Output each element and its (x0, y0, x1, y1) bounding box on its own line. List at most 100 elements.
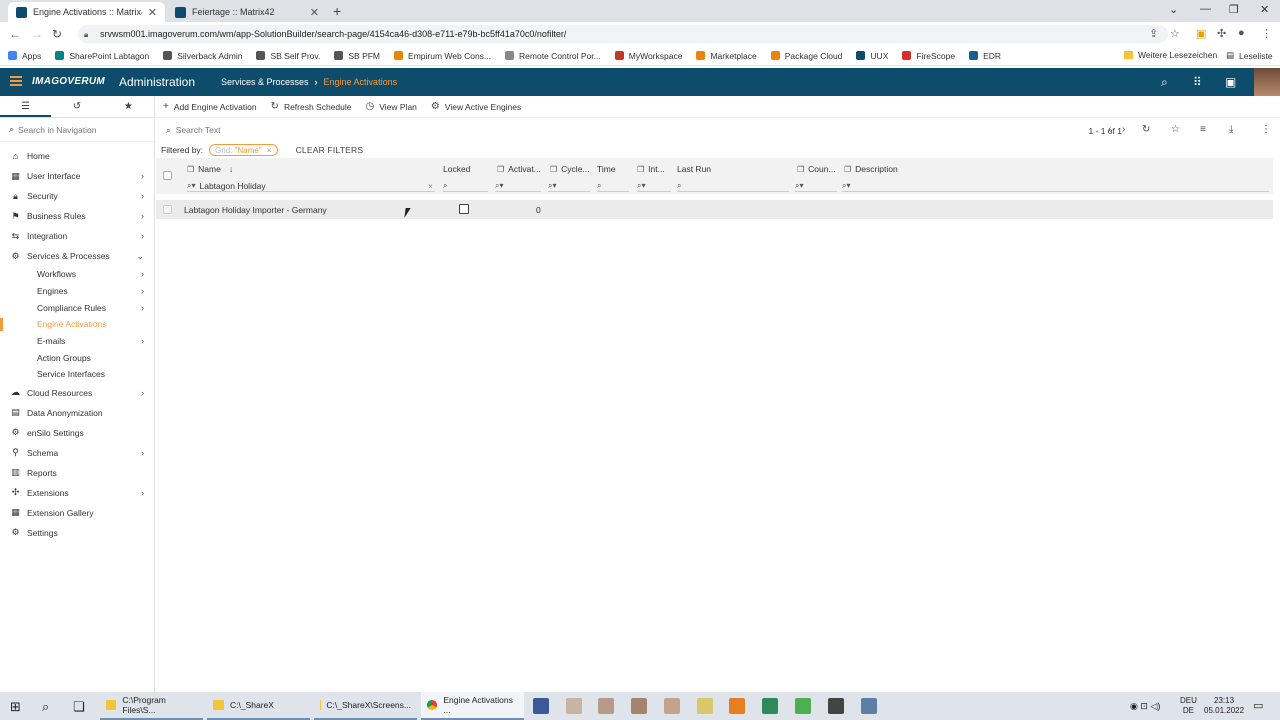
column-menu-icon[interactable]: ❐ (497, 165, 504, 174)
sidebar-item[interactable]: ⚙ Settings (0, 523, 154, 543)
sort-descending-icon[interactable]: ↓ (229, 164, 233, 174)
menu-icon[interactable]: ⋮ (1261, 27, 1272, 40)
column-header-interval[interactable]: ❐ Int... (637, 164, 665, 174)
clock[interactable]: 23:13 05.01.2022 (1204, 696, 1244, 716)
chevron-right-icon[interactable]: › (141, 171, 144, 181)
windows-start-icon[interactable]: ⊞ (10, 699, 21, 715)
column-menu-icon[interactable]: ❐ (797, 165, 804, 174)
hamburger-menu-icon[interactable] (10, 76, 22, 86)
favorite-star-icon[interactable]: ☆ (1171, 124, 1180, 135)
sidebar-item[interactable]: ⌂ Home (0, 146, 154, 166)
chevron-right-icon[interactable]: › (141, 231, 144, 241)
sidebar-item[interactable]: ⚑ Business Rules › (0, 206, 154, 226)
new-tab-button[interactable]: + (333, 3, 341, 19)
close-icon[interactable]: ✕ (148, 6, 157, 19)
sidebar-item[interactable]: ☁ Cloud Resources › (0, 383, 154, 403)
column-header-locked[interactable]: Locked (443, 164, 470, 174)
chevron-right-icon[interactable]: › (141, 303, 144, 313)
tab-navigation-list-icon[interactable]: ☰ (0, 96, 52, 117)
download-icon[interactable]: ⤓ (1229, 124, 1233, 135)
column-menu-icon[interactable]: ❐ (637, 165, 644, 174)
column-header-time[interactable]: Time (597, 164, 616, 174)
bookmark-item[interactable]: MyWorkspace (614, 51, 682, 61)
browser-tab-active[interactable]: Engine Activations :: Matrix42 ✕ (8, 2, 165, 22)
chevron-right-icon[interactable]: › (141, 448, 144, 458)
pinned-contact-icon[interactable] (566, 698, 582, 714)
bookmark-item[interactable]: Empirum Web Cons... (394, 51, 491, 61)
taskbar-app-chrome[interactable]: Engine Activations ... (421, 692, 524, 720)
description-filter-input[interactable]: ⌕▾ (842, 180, 1269, 192)
back-icon[interactable]: ← (9, 27, 21, 41)
column-header-description[interactable]: ❐ Description (844, 164, 898, 174)
clear-filters-button[interactable]: CLEAR FILTERS (296, 145, 364, 155)
breadcrumb-parent[interactable]: Services & Processes (221, 77, 309, 87)
notification-icon[interactable]: ▭ (1253, 699, 1263, 712)
extension-icon[interactable]: ▣ (1196, 27, 1206, 40)
tab-history-icon[interactable]: ↺ (51, 96, 102, 117)
sidebar-item[interactable]: ⚲ Schema › (0, 443, 154, 463)
column-header-last-run[interactable]: Last Run (677, 164, 711, 174)
sidebar-item[interactable]: ✣ Extensions › (0, 483, 154, 503)
taskbar-app-sharex-screens[interactable]: C:\_ShareX\Screens... (314, 692, 417, 720)
taskbar-app-program-files[interactable]: C:\Program Files\S... (100, 692, 203, 720)
bookmark-item[interactable]: Package Cloud (770, 51, 842, 61)
chevron-right-icon[interactable]: › (141, 488, 144, 498)
time-filter-input[interactable]: ⌕ (597, 180, 629, 192)
sidebar-item[interactable]: ⚙ Services & Processes ⌄ (0, 246, 154, 266)
puzzle-icon[interactable]: ✣ (1217, 27, 1226, 40)
browser-tab-feiertage[interactable]: Feiertage :: Matrix42 ✕ (167, 2, 327, 22)
name-filter-input[interactable]: ⌕▾ Labtagon Holiday × (187, 180, 435, 192)
bookmark-item[interactable]: SB Self Prov. (256, 51, 320, 61)
task-view-icon[interactable]: ❏ (73, 699, 85, 715)
chevron-right-icon[interactable]: › (141, 211, 144, 221)
sidebar-subitem[interactable]: Action Groups (0, 349, 154, 366)
column-menu-icon[interactable]: ❐ (187, 165, 194, 174)
profile-icon[interactable]: ● (1238, 27, 1245, 39)
presentation-icon[interactable]: ▣ (1225, 75, 1236, 89)
sidebar-item[interactable]: ⇆ Integration › (0, 226, 154, 246)
minimize-icon[interactable]: — (1200, 3, 1211, 15)
count-filter-input[interactable]: ⌕▾ (795, 180, 837, 192)
share-icon[interactable]: ⇪ (1149, 27, 1158, 40)
language-indicator[interactable]: DEU DE (1180, 696, 1197, 716)
close-icon[interactable]: ✕ (310, 6, 319, 19)
sidebar-item[interactable]: 🔒︎ Security › (0, 186, 154, 206)
chevron-right-icon[interactable]: › (141, 191, 144, 201)
pinned-app-icon[interactable] (533, 698, 549, 714)
activations-filter-input[interactable]: ⌕▾ (495, 180, 541, 192)
bookmark-item[interactable]: UUX (856, 51, 888, 61)
pinned-contact-icon[interactable] (598, 698, 614, 714)
view-active-engines-button[interactable]: ⚙ View Active Engines (431, 101, 521, 112)
search-icon[interactable]: ⌕ (42, 699, 49, 715)
chevron-right-icon[interactable]: › (1122, 124, 1125, 135)
sidebar-subitem[interactable]: Compliance Rules › (0, 299, 154, 316)
bookmark-item[interactable]: Silverback Admin (163, 51, 242, 61)
refresh-icon[interactable]: ↻ (1142, 124, 1150, 135)
bookmark-item[interactable]: SB PFM (334, 51, 380, 61)
bookmark-item[interactable]: SharePoint Labtagon (55, 51, 149, 61)
bookmark-item[interactable]: Marketplace (696, 51, 757, 61)
chevron-down-icon[interactable]: ⌄ (136, 251, 144, 262)
reload-icon[interactable]: ↻ (52, 27, 62, 41)
chevron-right-icon[interactable]: › (141, 336, 144, 346)
column-menu-icon[interactable]: ❐ (550, 165, 557, 174)
sidebar-subitem[interactable]: Engines › (0, 283, 154, 300)
column-header-activations[interactable]: ❐ Activat... (497, 164, 541, 174)
chevron-left-icon[interactable]: ‹ (1108, 124, 1111, 135)
pinned-app-icon[interactable] (861, 698, 877, 714)
pinned-app-icon[interactable] (729, 698, 745, 714)
clear-filter-icon[interactable]: × (428, 181, 433, 191)
locked-filter-input[interactable]: ⌕ (443, 180, 488, 192)
more-options-icon[interactable]: ⋮ (1261, 124, 1271, 135)
sidebar-item[interactable]: ⚙ enSilo Settings (0, 423, 154, 443)
search-icon[interactable]: ⌕ (1161, 75, 1168, 90)
column-header-name[interactable]: ❐ Name ↓ (187, 164, 233, 174)
chevron-right-icon[interactable]: › (141, 388, 144, 398)
pinned-settings-icon[interactable] (828, 698, 844, 714)
sidebar-subitem[interactable]: Engine Activations (0, 316, 154, 333)
sidebar-item[interactable]: ▦ Extension Gallery (0, 503, 154, 523)
add-engine-activation-button[interactable]: + Add Engine Activation (163, 101, 257, 112)
select-all-checkbox[interactable] (163, 171, 172, 180)
sidebar-subitem[interactable]: Workflows › (0, 266, 154, 283)
row-checkbox[interactable] (163, 205, 172, 214)
